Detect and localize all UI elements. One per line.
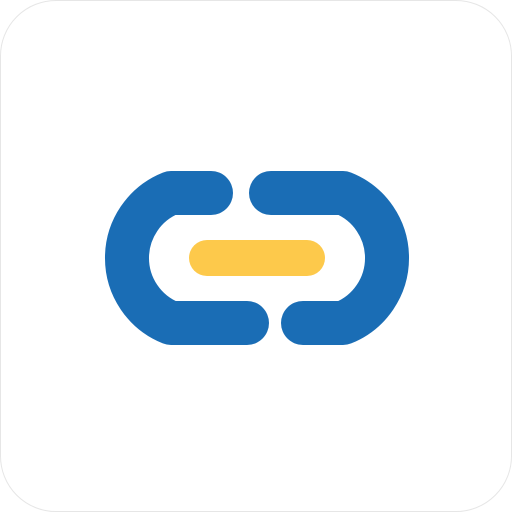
app-icon-tile[interactable] bbox=[0, 0, 512, 512]
link-icon bbox=[105, 171, 409, 345]
